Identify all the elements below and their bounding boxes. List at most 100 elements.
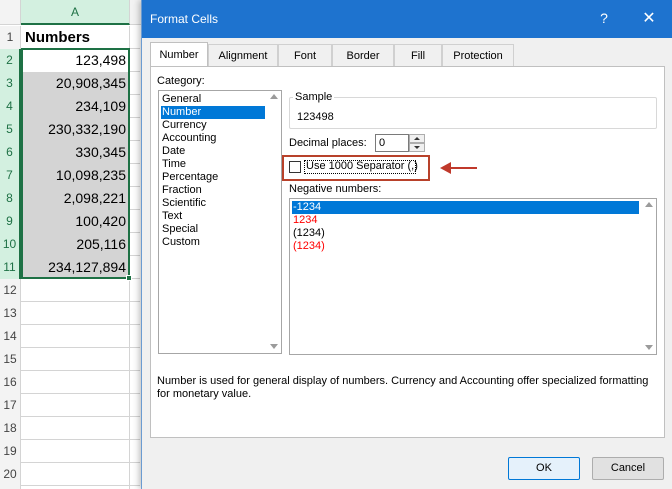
cancel-button[interactable]: Cancel xyxy=(592,457,664,480)
category-item[interactable]: Fraction xyxy=(161,184,265,197)
scroll-down-icon[interactable] xyxy=(270,344,278,349)
category-item[interactable]: Currency xyxy=(161,119,265,132)
category-scrollbar[interactable] xyxy=(267,91,281,353)
table-row: 16 xyxy=(0,371,140,394)
data-cell[interactable] xyxy=(21,417,130,440)
negative-format-option[interactable]: -1234 xyxy=(292,201,639,214)
use-1000-separator-checkbox[interactable] xyxy=(289,161,301,173)
data-cell[interactable]: 2,098,221 xyxy=(21,187,130,210)
scroll-up-icon[interactable] xyxy=(645,202,653,207)
row-header[interactable]: 11 xyxy=(0,256,21,279)
data-cell[interactable] xyxy=(21,325,130,348)
data-cell[interactable] xyxy=(21,371,130,394)
data-cell[interactable]: 330,345 xyxy=(21,141,130,164)
tab-font[interactable]: Font xyxy=(278,44,332,66)
dialog-title: Format Cells xyxy=(150,12,219,26)
format-cells-dialog: Format Cells ? ✕ Number Alignment Font B… xyxy=(141,0,672,489)
number-tab-panel: Category: General Number Currency Accountin… xyxy=(150,66,665,438)
row-header[interactable]: 19 xyxy=(0,440,21,463)
row-header[interactable]: 16 xyxy=(0,371,21,394)
row-header[interactable]: 13 xyxy=(0,302,21,325)
data-cell[interactable] xyxy=(21,463,130,486)
row-header[interactable]: 8 xyxy=(0,187,21,210)
dialog-titlebar[interactable]: Format Cells ? ✕ xyxy=(142,0,672,38)
tab-alignment[interactable]: Alignment xyxy=(208,44,278,66)
category-list[interactable]: General Number Currency Accounting Date Time P… xyxy=(158,90,282,354)
category-item[interactable]: Custom xyxy=(161,236,265,249)
row-header[interactable]: 4 xyxy=(0,95,21,118)
table-row: 7 10,098,235 xyxy=(0,164,140,187)
stepper-down-icon[interactable] xyxy=(409,143,425,152)
row-header[interactable]: 12 xyxy=(0,279,21,302)
row-header[interactable]: 3 xyxy=(0,72,21,95)
data-cell[interactable] xyxy=(21,302,130,325)
negative-format-option[interactable]: (1234) xyxy=(292,227,639,240)
row-header[interactable]: 10 xyxy=(0,233,21,256)
category-item[interactable]: General xyxy=(161,93,265,106)
table-row: 3 20,908,345 xyxy=(0,72,140,95)
data-cell[interactable] xyxy=(21,394,130,417)
data-cell[interactable]: 10,098,235 xyxy=(21,164,130,187)
fill-handle[interactable] xyxy=(126,275,132,281)
column-header-a[interactable]: A xyxy=(21,0,130,25)
decimal-places-label: Decimal places: xyxy=(289,137,367,149)
data-cell[interactable]: 205,116 xyxy=(21,233,130,256)
table-row: 18 xyxy=(0,417,140,440)
sample-label: Sample xyxy=(293,91,335,103)
table-row: 1 Numbers xyxy=(0,26,140,49)
tab-protection[interactable]: Protection xyxy=(442,44,514,66)
category-item[interactable]: Text xyxy=(161,210,265,223)
ok-button[interactable]: OK xyxy=(508,457,580,480)
annotation-arrow-line xyxy=(449,167,477,169)
row-header[interactable]: 6 xyxy=(0,141,21,164)
row-header[interactable]: 2 xyxy=(0,49,21,72)
data-cell[interactable]: 234,109 xyxy=(21,95,130,118)
row-header[interactable]: 15 xyxy=(0,348,21,371)
tab-number[interactable]: Number xyxy=(150,42,208,66)
data-cell[interactable] xyxy=(21,279,130,302)
data-cell[interactable]: 123,498 xyxy=(21,49,130,72)
spreadsheet: A 1 Numbers 2 123,498 3 20,908,345 4 234,109 5 23… xyxy=(0,0,150,489)
row-header[interactable]: 9 xyxy=(0,210,21,233)
help-button[interactable]: ? xyxy=(594,10,614,26)
sheet-rows: 1 Numbers 2 123,498 3 20,908,345 4 234,109 5 230,… xyxy=(0,26,140,489)
table-row: 8 2,098,221 xyxy=(0,187,140,210)
use-1000-separator-label[interactable]: Use 1000 Separator (,) xyxy=(306,160,418,172)
header-cell[interactable]: Numbers xyxy=(21,26,130,49)
row-header[interactable]: 14 xyxy=(0,325,21,348)
select-all-corner[interactable] xyxy=(0,0,21,25)
decimal-places-input[interactable]: 0 xyxy=(375,134,409,152)
category-item[interactable]: Scientific xyxy=(161,197,265,210)
data-cell[interactable] xyxy=(21,440,130,463)
table-row: 14 xyxy=(0,325,140,348)
row-header[interactable]: 7 xyxy=(0,164,21,187)
tab-border[interactable]: Border xyxy=(332,44,394,66)
row-header[interactable]: 20 xyxy=(0,463,21,486)
row-header[interactable]: 18 xyxy=(0,417,21,440)
row-header[interactable]: 1 xyxy=(0,26,21,49)
table-row: 4 234,109 xyxy=(0,95,140,118)
tab-fill[interactable]: Fill xyxy=(394,44,442,66)
negative-scrollbar[interactable] xyxy=(642,199,656,354)
data-cell[interactable]: 20,908,345 xyxy=(21,72,130,95)
data-cell[interactable]: 100,420 xyxy=(21,210,130,233)
category-item[interactable]: Special xyxy=(161,223,265,236)
row-header[interactable]: 5 xyxy=(0,118,21,141)
category-item[interactable]: Date xyxy=(161,145,265,158)
data-cell[interactable]: 230,332,190 xyxy=(21,118,130,141)
scroll-up-icon[interactable] xyxy=(270,94,278,99)
category-item[interactable]: Accounting xyxy=(161,132,265,145)
category-item[interactable]: Percentage xyxy=(161,171,265,184)
close-button[interactable]: ✕ xyxy=(638,8,660,28)
row-header[interactable]: 17 xyxy=(0,394,21,417)
data-cell[interactable] xyxy=(21,348,130,371)
table-row: 12 xyxy=(0,279,140,302)
scroll-down-icon[interactable] xyxy=(645,345,653,350)
negative-numbers-list[interactable]: -1234 1234 (1234) (1234) xyxy=(289,198,657,355)
negative-format-option[interactable]: (1234) xyxy=(292,240,639,253)
stepper-up-icon[interactable] xyxy=(409,134,425,143)
category-item[interactable]: Time xyxy=(161,158,265,171)
negative-format-option[interactable]: 1234 xyxy=(292,214,639,227)
category-item[interactable]: Number xyxy=(161,106,265,119)
data-cell[interactable]: 234,127,894 xyxy=(21,256,130,279)
